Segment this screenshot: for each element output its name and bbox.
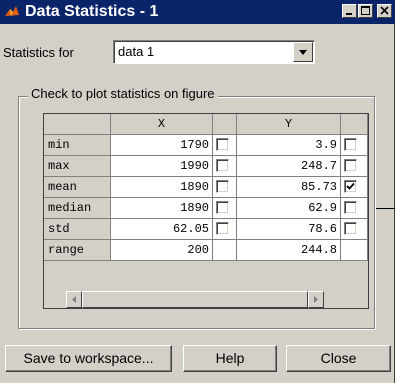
plot-checkbox-median-y-cell — [341, 198, 368, 219]
chevron-down-icon — [299, 50, 307, 55]
plot-checkbox-mean-x-cell — [213, 177, 237, 198]
row-header-median: median — [44, 198, 111, 219]
plot-checkbox-std-y-cell — [341, 219, 368, 240]
plot-checkbox-mean-x[interactable] — [216, 180, 229, 193]
cell-mean-y: 85.73 — [237, 177, 341, 198]
horizontal-scrollbar[interactable] — [66, 291, 324, 308]
dropdown-button[interactable] — [293, 42, 313, 62]
cell-max-x: 1990 — [111, 156, 213, 177]
row-header-mean: mean — [44, 177, 111, 198]
maximize-button[interactable] — [358, 4, 373, 18]
statistics-for-label: Statistics for — [3, 45, 74, 60]
plot-checkbox-min-y-cell — [341, 135, 368, 156]
plot-checkbox-std-x-cell — [213, 219, 237, 240]
row-header-std: std — [44, 219, 111, 240]
cell-min-y: 3.9 — [237, 135, 341, 156]
cell-std-x: 62.05 — [111, 219, 213, 240]
help-button[interactable]: Help — [183, 345, 277, 372]
data-set-select[interactable]: data 1 — [113, 40, 315, 64]
cell-max-y: 248.7 — [237, 156, 341, 177]
plot-checkbox-max-y-cell — [341, 156, 368, 177]
cell-min-x: 1790 — [111, 135, 213, 156]
plot-checkbox-min-x[interactable] — [216, 138, 229, 151]
group-label: Check to plot statistics on figure — [28, 86, 218, 101]
scroll-thumb[interactable] — [82, 291, 308, 308]
matlab-icon — [5, 6, 19, 17]
maximize-icon — [361, 6, 370, 15]
title-bar[interactable]: Data Statistics - 1 — [0, 0, 395, 24]
window-title: Data Statistics - 1 — [25, 3, 159, 20]
plot-checkbox-max-y[interactable] — [344, 159, 357, 172]
plot-checkbox-max-x-cell — [213, 156, 237, 177]
divider-line — [376, 208, 395, 209]
cell-range-y: 244.8 — [237, 240, 341, 261]
corner-header — [44, 114, 111, 135]
column-header-x: X — [111, 114, 213, 135]
column-header-y-check — [341, 114, 368, 135]
close-button[interactable]: Close — [286, 345, 391, 372]
empty-cell — [341, 240, 368, 261]
checkmark-icon — [346, 182, 355, 190]
minimize-button[interactable] — [342, 4, 357, 18]
row-header-range: range — [44, 240, 111, 261]
plot-checkbox-min-x-cell — [213, 135, 237, 156]
plot-checkbox-min-y[interactable] — [344, 138, 357, 151]
plot-checkbox-median-y[interactable] — [344, 201, 357, 214]
save-to-workspace-button[interactable]: Save to workspace... — [5, 345, 172, 372]
plot-checkbox-mean-y-cell — [341, 177, 368, 198]
plot-checkbox-std-x[interactable] — [216, 222, 229, 235]
statistics-table: X Y min 1790 3.9 max 1990 248.7 mean 189… — [43, 113, 369, 309]
data-statistics-window: Data Statistics - 1 Statistics for data … — [0, 0, 395, 383]
plot-checkbox-std-y[interactable] — [344, 222, 357, 235]
empty-cell — [213, 240, 237, 261]
cell-std-y: 78.6 — [237, 219, 341, 240]
cell-mean-x: 1890 — [111, 177, 213, 198]
row-header-max: max — [44, 156, 111, 177]
data-set-select-value: data 1 — [118, 44, 155, 59]
cell-median-y: 62.9 — [237, 198, 341, 219]
close-icon — [380, 6, 389, 15]
scroll-left-button[interactable] — [66, 291, 82, 308]
arrow-left-icon — [72, 296, 76, 303]
scroll-right-button[interactable] — [308, 291, 324, 308]
row-header-min: min — [44, 135, 111, 156]
plot-checkbox-median-x-cell — [213, 198, 237, 219]
column-header-y: Y — [237, 114, 341, 135]
arrow-right-icon — [314, 296, 318, 303]
plot-checkbox-median-x[interactable] — [216, 201, 229, 214]
cell-range-x: 200 — [111, 240, 213, 261]
column-header-x-check — [213, 114, 237, 135]
cell-median-x: 1890 — [111, 198, 213, 219]
minimize-icon — [346, 13, 352, 15]
plot-checkbox-max-x[interactable] — [216, 159, 229, 172]
plot-checkbox-mean-y[interactable] — [344, 180, 357, 193]
close-window-button[interactable] — [377, 4, 392, 18]
